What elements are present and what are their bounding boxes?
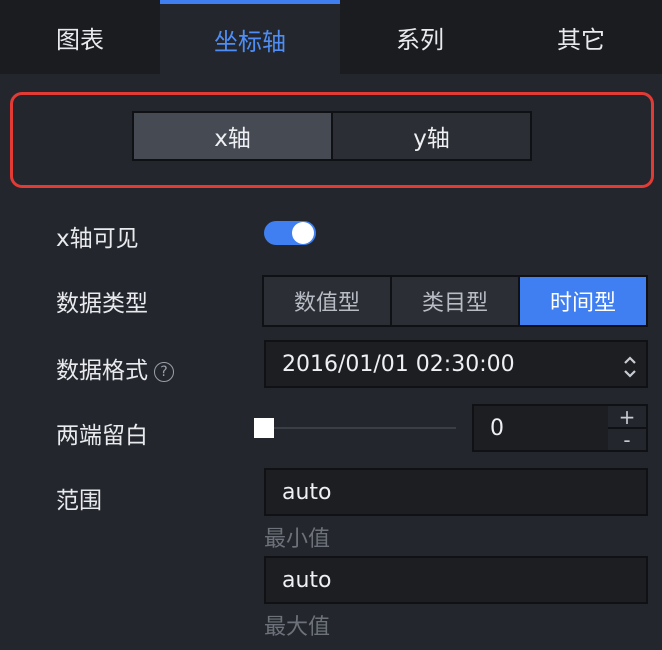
range-min-value: auto <box>282 479 332 505</box>
help-icon[interactable]: ? <box>154 361 174 382</box>
data-type-selector: 数值型 类目型 时间型 <box>262 275 648 327</box>
y-axis-button[interactable]: y轴 <box>331 113 530 159</box>
padding-value: 0 <box>490 415 504 441</box>
data-format-select[interactable]: 2016/01/01 02:30:00 <box>264 340 648 388</box>
tab-chart[interactable]: 图表 <box>0 0 160 74</box>
padding-stepper: + - <box>608 404 648 452</box>
up-down-arrows-icon <box>624 356 636 378</box>
data-type-time-option[interactable]: 时间型 <box>518 277 646 325</box>
range-label: 范围 <box>56 488 102 514</box>
padding-slider-track[interactable] <box>264 427 456 429</box>
x-axis-button[interactable]: x轴 <box>134 113 331 159</box>
data-format-value: 2016/01/01 02:30:00 <box>282 351 515 377</box>
tab-bar: 图表 坐标轴 系列 其它 <box>0 0 662 74</box>
axis-switch: x轴 y轴 <box>132 111 532 161</box>
range-min-hint: 最小值 <box>264 527 331 552</box>
padding-slider-handle[interactable] <box>254 418 274 438</box>
x-axis-visible-label: x轴可见 <box>56 226 139 252</box>
data-type-value-option[interactable]: 数值型 <box>264 277 390 325</box>
toggle-knob <box>292 222 314 244</box>
padding-label: 两端留白 <box>56 423 148 449</box>
data-type-category-option[interactable]: 类目型 <box>390 277 518 325</box>
range-min-input[interactable]: auto <box>264 468 648 516</box>
x-axis-visible-toggle[interactable] <box>264 221 316 245</box>
decrement-button[interactable]: - <box>608 427 646 450</box>
data-format-label: 数据格式 <box>56 358 148 384</box>
tab-other[interactable]: 其它 <box>500 0 662 74</box>
data-format-row: 数据格式? <box>56 351 174 385</box>
padding-input[interactable]: 0 <box>472 404 610 452</box>
range-max-value: auto <box>282 567 332 593</box>
increment-button[interactable]: + <box>608 406 646 427</box>
data-type-label: 数据类型 <box>56 291 148 317</box>
tab-axis[interactable]: 坐标轴 <box>160 0 340 74</box>
tab-series[interactable]: 系列 <box>340 0 500 74</box>
range-max-hint: 最大值 <box>264 615 331 640</box>
range-max-input[interactable]: auto <box>264 556 648 604</box>
